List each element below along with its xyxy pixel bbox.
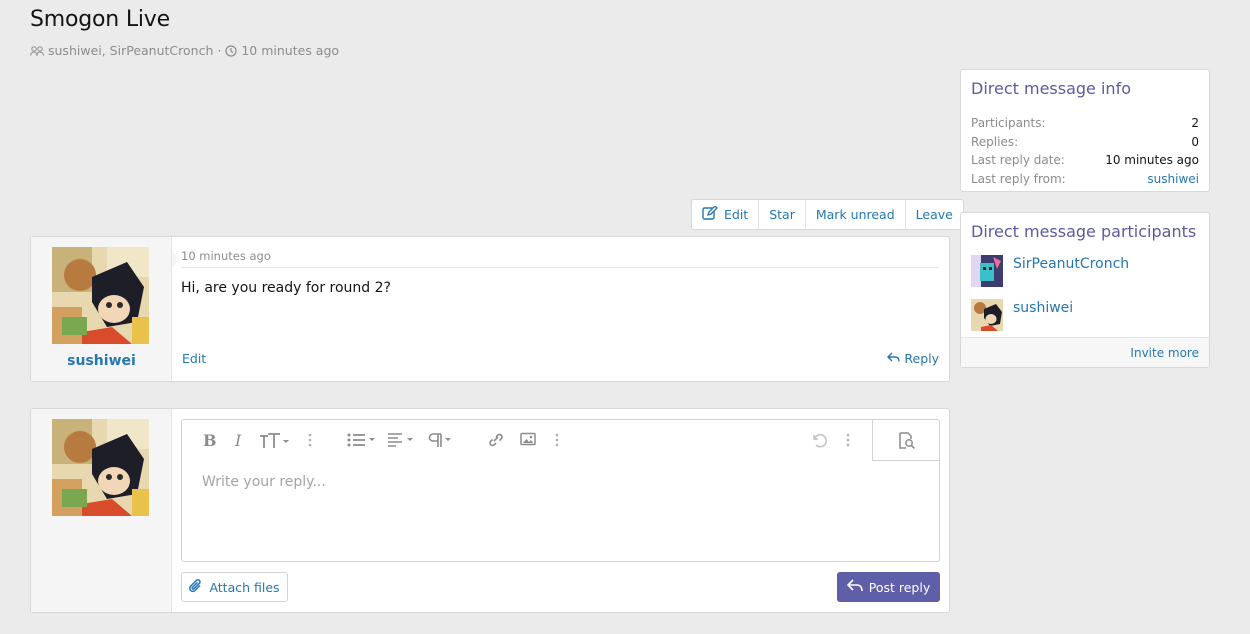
conversation-meta: sushiwei, SirPeanutCronch · 10 minutes a…	[30, 43, 339, 58]
invite-more-link[interactable]: Invite more	[1130, 346, 1199, 360]
page-title: Smogon Live	[30, 7, 170, 32]
participant-name: SirPeanutCronch	[1013, 256, 1130, 272]
link-icon[interactable]	[487, 432, 505, 452]
rich-text-editor: B I Write your reply...	[181, 419, 940, 562]
users-icon	[30, 45, 44, 57]
info-value: 2	[1191, 116, 1199, 131]
preview-icon	[897, 432, 917, 454]
info-label: Last reply from:	[971, 171, 1066, 186]
message-arrow	[172, 251, 180, 267]
reply-icon	[846, 579, 863, 595]
direct-message-participants: Direct message participants SirPeanutCro…	[960, 212, 1210, 368]
participant-item[interactable]: SirPeanutCronch	[971, 255, 1129, 287]
edit-label: Edit	[724, 207, 749, 222]
participants-links[interactable]: sushiwei, SirPeanutCronch	[48, 43, 213, 58]
undo-icon[interactable]	[810, 432, 828, 452]
star-button[interactable]: Star	[759, 200, 806, 229]
post-reply-button[interactable]: Post reply	[837, 572, 940, 602]
quick-reply: B I Write your reply... Attach files Pos…	[30, 408, 950, 613]
info-value: 0	[1191, 134, 1199, 149]
info-label: Replies:	[971, 134, 1019, 149]
list-icon[interactable]	[347, 432, 377, 452]
reply-label: Reply	[904, 351, 939, 366]
image-icon[interactable]	[520, 432, 536, 450]
reply-user-cell	[31, 409, 172, 612]
paragraph-icon[interactable]	[427, 432, 455, 452]
info-row-last-reply-date: Last reply date: 10 minutes ago	[971, 151, 1199, 170]
bold-icon[interactable]: B	[203, 432, 217, 450]
reply-icon	[887, 351, 901, 366]
direct-message-info: Direct message info Participants: 2 Repli…	[960, 69, 1210, 192]
attach-files-button[interactable]: Attach files	[181, 572, 288, 602]
paperclip-icon	[189, 578, 203, 597]
leave-button[interactable]: Leave	[906, 200, 963, 229]
reply-input[interactable]: Write your reply...	[202, 474, 326, 490]
info-value-link[interactable]: sushiwei	[1147, 172, 1199, 186]
align-icon[interactable]	[387, 432, 417, 452]
more-insert-icon[interactable]	[555, 432, 559, 452]
message-author[interactable]: sushiwei	[31, 353, 172, 369]
info-row-replies: Replies: 0	[971, 133, 1199, 152]
message-edit-link[interactable]: Edit	[182, 351, 206, 366]
info-label: Last reply date:	[971, 153, 1065, 168]
info-row-participants: Participants: 2	[971, 114, 1199, 133]
message-user-cell: sushiwei	[31, 237, 172, 381]
avatar[interactable]	[971, 299, 1003, 331]
message-body: Hi, are you ready for round 2?	[181, 280, 391, 296]
info-label: Participants:	[971, 116, 1046, 131]
post-label: Post reply	[868, 579, 931, 595]
participant-item[interactable]: sushiwei	[971, 299, 1073, 331]
message: sushiwei 10 minutes ago Hi, are you read…	[30, 236, 950, 382]
text-size-icon[interactable]	[259, 432, 291, 454]
avatar[interactable]	[971, 255, 1003, 287]
info-value: 10 minutes ago	[1105, 153, 1199, 168]
mark-unread-button[interactable]: Mark unread	[806, 200, 906, 229]
more-actions-icon[interactable]	[846, 432, 850, 452]
attach-label: Attach files	[209, 579, 280, 595]
meta-separator: ·	[217, 43, 222, 58]
avatar[interactable]	[52, 419, 149, 516]
info-row-last-reply-from: Last reply from: sushiwei	[971, 170, 1199, 189]
star-label: Star	[769, 207, 795, 222]
editor-toolbar: B I	[182, 420, 939, 461]
message-time[interactable]: 10 minutes ago	[181, 249, 271, 263]
edit-icon	[702, 205, 718, 223]
avatar[interactable]	[52, 247, 149, 344]
conversation-action-bar: Edit Star Mark unread Leave	[691, 199, 964, 230]
participants-footer: Invite more	[961, 337, 1209, 367]
mark-unread-label: Mark unread	[815, 207, 895, 222]
message-reply-link[interactable]: Reply	[887, 351, 939, 366]
participant-name: sushiwei	[1013, 300, 1074, 316]
clock-icon	[225, 44, 237, 57]
more-options-icon[interactable]	[308, 432, 312, 452]
leave-label: Leave	[915, 207, 953, 222]
conversation-time: 10 minutes ago	[241, 43, 340, 58]
preview-button[interactable]	[872, 420, 939, 461]
info-pairs: Participants: 2 Replies: 0 Last reply date…	[971, 114, 1199, 188]
edit-conversation-button[interactable]: Edit	[692, 200, 760, 229]
divider	[181, 267, 939, 268]
info-title: Direct message info	[971, 79, 1131, 98]
italic-icon[interactable]: I	[235, 432, 241, 450]
participants-title: Direct message participants	[971, 222, 1197, 241]
